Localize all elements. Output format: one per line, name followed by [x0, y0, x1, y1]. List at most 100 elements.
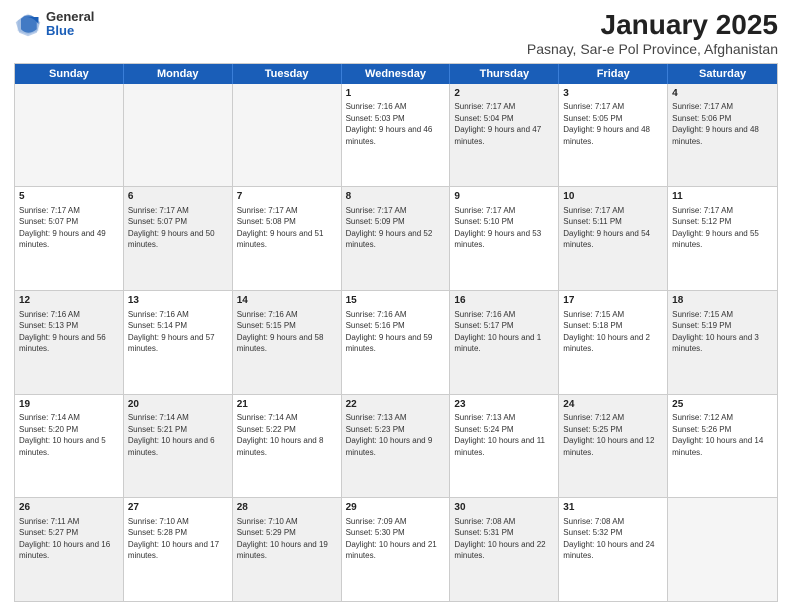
- cell-details: Sunrise: 7:14 AM Sunset: 5:21 PM Dayligh…: [128, 413, 215, 456]
- calendar-cell: 18Sunrise: 7:15 AM Sunset: 5:19 PM Dayli…: [668, 291, 777, 394]
- cal-header-day: Saturday: [668, 64, 777, 84]
- cal-header-day: Thursday: [450, 64, 559, 84]
- cell-details: Sunrise: 7:17 AM Sunset: 5:10 PM Dayligh…: [454, 206, 541, 249]
- cal-header-day: Monday: [124, 64, 233, 84]
- calendar-cell: [15, 84, 124, 187]
- calendar-cell: 1Sunrise: 7:16 AM Sunset: 5:03 PM Daylig…: [342, 84, 451, 187]
- day-number: 5: [19, 190, 119, 204]
- day-number: 1: [346, 87, 446, 101]
- calendar-cell: 30 Sunrise: 7:08 AM Sunset: 5:31 PM Dayli…: [450, 498, 559, 601]
- calendar-cell: 12Sunrise: 7:16 AM Sunset: 5:13 PM Dayli…: [15, 291, 124, 394]
- cell-details: Sunrise: 7:13 AM Sunset: 5:23 PM Dayligh…: [346, 413, 433, 456]
- cell-details: Sunrise: 7:16 AM Sunset: 5:16 PM Dayligh…: [346, 310, 433, 353]
- day-number: 8: [346, 190, 446, 204]
- cell-details: Sunrise: 7:17 AM Sunset: 5:05 PM Dayligh…: [563, 102, 650, 145]
- calendar-cell: 24Sunrise: 7:12 AM Sunset: 5:25 PM Dayli…: [559, 395, 668, 498]
- cell-details: Sunrise: 7:17 AM Sunset: 5:04 PM Dayligh…: [454, 102, 541, 145]
- cell-details: Sunrise: 7:13 AM Sunset: 5:24 PM Dayligh…: [454, 413, 545, 456]
- calendar-cell: 11 Sunrise: 7:17 AM Sunset: 5:12 PM Dayli…: [668, 187, 777, 290]
- day-number: 7: [237, 190, 337, 204]
- header: General Blue January 2025 Pasnay, Sar-e …: [14, 10, 778, 57]
- calendar-cell: 5 Sunrise: 7:17 AM Sunset: 5:07 PM Daylig…: [15, 187, 124, 290]
- day-number: 15: [346, 294, 446, 308]
- cal-header-day: Sunday: [15, 64, 124, 84]
- cell-details: Sunrise: 7:16 AM Sunset: 5:03 PM Dayligh…: [346, 102, 433, 145]
- day-number: 3: [563, 87, 663, 101]
- day-number: 30: [454, 501, 554, 515]
- cell-details: Sunrise: 7:12 AM Sunset: 5:25 PM Dayligh…: [563, 413, 654, 456]
- cell-details: Sunrise: 7:17 AM Sunset: 5:11 PM Dayligh…: [563, 206, 650, 249]
- logo: General Blue: [14, 10, 94, 39]
- cell-details: Sunrise: 7:09 AM Sunset: 5:30 PM Dayligh…: [346, 517, 437, 560]
- cell-details: Sunrise: 7:17 AM Sunset: 5:07 PM Dayligh…: [128, 206, 215, 249]
- cell-details: Sunrise: 7:14 AM Sunset: 5:22 PM Dayligh…: [237, 413, 324, 456]
- cell-details: Sunrise: 7:16 AM Sunset: 5:14 PM Dayligh…: [128, 310, 215, 353]
- calendar-cell: 2Sunrise: 7:17 AM Sunset: 5:04 PM Daylig…: [450, 84, 559, 187]
- calendar-cell: 17Sunrise: 7:15 AM Sunset: 5:18 PM Dayli…: [559, 291, 668, 394]
- cell-details: Sunrise: 7:17 AM Sunset: 5:07 PM Dayligh…: [19, 206, 106, 249]
- page-subtitle: Pasnay, Sar-e Pol Province, Afghanistan: [527, 41, 778, 57]
- title-block: January 2025 Pasnay, Sar-e Pol Province,…: [527, 10, 778, 57]
- day-number: 19: [19, 398, 119, 412]
- day-number: 14: [237, 294, 337, 308]
- day-number: 31: [563, 501, 663, 515]
- page-title: January 2025: [527, 10, 778, 41]
- calendar-week: 5 Sunrise: 7:17 AM Sunset: 5:07 PM Daylig…: [15, 187, 777, 291]
- calendar-cell: 3Sunrise: 7:17 AM Sunset: 5:05 PM Daylig…: [559, 84, 668, 187]
- day-number: 17: [563, 294, 663, 308]
- calendar-week: 26 Sunrise: 7:11 AM Sunset: 5:27 PM Dayli…: [15, 498, 777, 601]
- calendar-cell: 8 Sunrise: 7:17 AM Sunset: 5:09 PM Daylig…: [342, 187, 451, 290]
- calendar-cell: 6 Sunrise: 7:17 AM Sunset: 5:07 PM Daylig…: [124, 187, 233, 290]
- day-number: 24: [563, 398, 663, 412]
- calendar-cell: 21Sunrise: 7:14 AM Sunset: 5:22 PM Dayli…: [233, 395, 342, 498]
- day-number: 6: [128, 190, 228, 204]
- day-number: 9: [454, 190, 554, 204]
- cell-details: Sunrise: 7:17 AM Sunset: 5:08 PM Dayligh…: [237, 206, 324, 249]
- calendar-cell: 26 Sunrise: 7:11 AM Sunset: 5:27 PM Dayli…: [15, 498, 124, 601]
- day-number: 18: [672, 294, 773, 308]
- calendar-cell: 15 Sunrise: 7:16 AM Sunset: 5:16 PM Dayli…: [342, 291, 451, 394]
- calendar-cell: 31Sunrise: 7:08 AM Sunset: 5:32 PM Dayli…: [559, 498, 668, 601]
- day-number: 25: [672, 398, 773, 412]
- day-number: 23: [454, 398, 554, 412]
- day-number: 27: [128, 501, 228, 515]
- cell-details: Sunrise: 7:16 AM Sunset: 5:17 PM Dayligh…: [454, 310, 541, 353]
- cell-details: Sunrise: 7:11 AM Sunset: 5:27 PM Dayligh…: [19, 517, 110, 560]
- day-number: 29: [346, 501, 446, 515]
- day-number: 22: [346, 398, 446, 412]
- cell-details: Sunrise: 7:16 AM Sunset: 5:13 PM Dayligh…: [19, 310, 106, 353]
- day-number: 21: [237, 398, 337, 412]
- calendar-cell: 29 Sunrise: 7:09 AM Sunset: 5:30 PM Dayli…: [342, 498, 451, 601]
- cal-header-day: Tuesday: [233, 64, 342, 84]
- day-number: 10: [563, 190, 663, 204]
- day-number: 28: [237, 501, 337, 515]
- logo-general-text: General: [46, 10, 94, 24]
- logo-blue-text: Blue: [46, 24, 94, 38]
- calendar-cell: 4Sunrise: 7:17 AM Sunset: 5:06 PM Daylig…: [668, 84, 777, 187]
- cell-details: Sunrise: 7:10 AM Sunset: 5:29 PM Dayligh…: [237, 517, 328, 560]
- cell-details: Sunrise: 7:17 AM Sunset: 5:12 PM Dayligh…: [672, 206, 759, 249]
- calendar-cell: 27Sunrise: 7:10 AM Sunset: 5:28 PM Dayli…: [124, 498, 233, 601]
- calendar-cell: 14 Sunrise: 7:16 AM Sunset: 5:15 PM Dayli…: [233, 291, 342, 394]
- calendar-cell: 9 Sunrise: 7:17 AM Sunset: 5:10 PM Daylig…: [450, 187, 559, 290]
- logo-icon: [14, 10, 42, 38]
- calendar-cell: 28 Sunrise: 7:10 AM Sunset: 5:29 PM Dayli…: [233, 498, 342, 601]
- calendar-cell: [233, 84, 342, 187]
- cell-details: Sunrise: 7:08 AM Sunset: 5:31 PM Dayligh…: [454, 517, 545, 560]
- cell-details: Sunrise: 7:17 AM Sunset: 5:09 PM Dayligh…: [346, 206, 433, 249]
- calendar-cell: 10 Sunrise: 7:17 AM Sunset: 5:11 PM Dayli…: [559, 187, 668, 290]
- calendar-cell: 20Sunrise: 7:14 AM Sunset: 5:21 PM Dayli…: [124, 395, 233, 498]
- calendar-cell: [124, 84, 233, 187]
- day-number: 20: [128, 398, 228, 412]
- cell-details: Sunrise: 7:16 AM Sunset: 5:15 PM Dayligh…: [237, 310, 324, 353]
- calendar: SundayMondayTuesdayWednesdayThursdayFrid…: [14, 63, 778, 602]
- day-number: 16: [454, 294, 554, 308]
- day-number: 11: [672, 190, 773, 204]
- cal-header-day: Friday: [559, 64, 668, 84]
- calendar-cell: 16 Sunrise: 7:16 AM Sunset: 5:17 PM Dayli…: [450, 291, 559, 394]
- calendar-cell: 13Sunrise: 7:16 AM Sunset: 5:14 PM Dayli…: [124, 291, 233, 394]
- day-number: 26: [19, 501, 119, 515]
- cell-details: Sunrise: 7:17 AM Sunset: 5:06 PM Dayligh…: [672, 102, 759, 145]
- calendar-cell: 19Sunrise: 7:14 AM Sunset: 5:20 PM Dayli…: [15, 395, 124, 498]
- calendar-cell: 22Sunrise: 7:13 AM Sunset: 5:23 PM Dayli…: [342, 395, 451, 498]
